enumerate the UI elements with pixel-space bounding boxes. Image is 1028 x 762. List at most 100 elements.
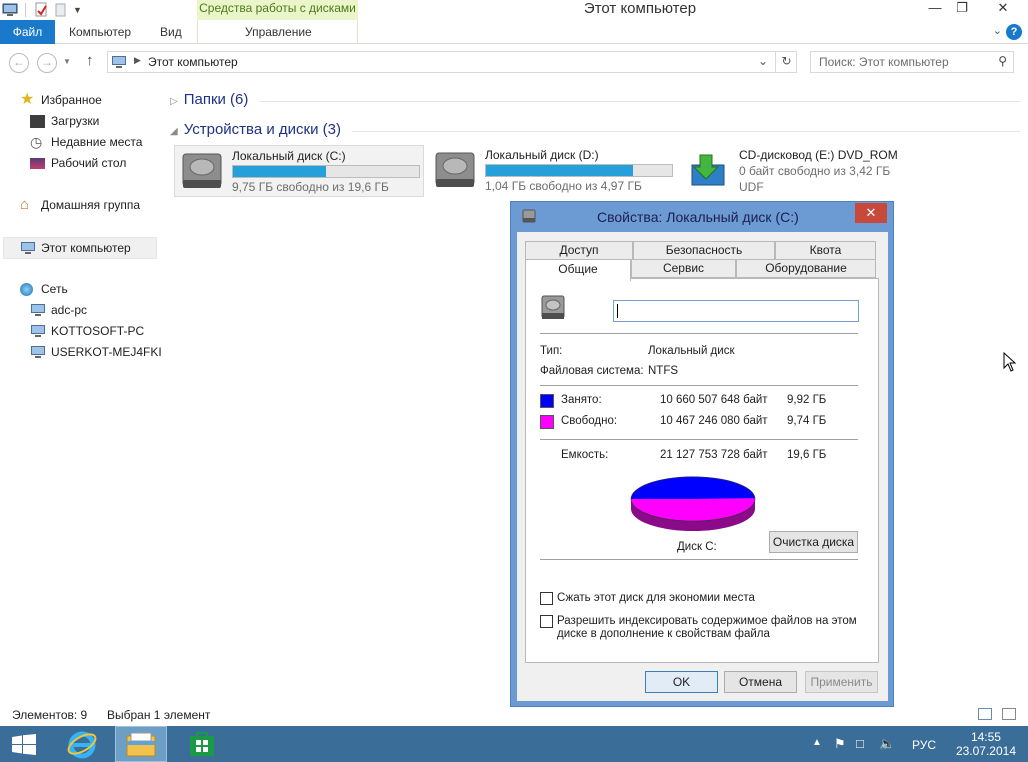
volume-label-input[interactable] bbox=[613, 300, 859, 322]
divider bbox=[540, 559, 858, 560]
disk-cleanup-button[interactable]: Очистка диска bbox=[769, 531, 858, 553]
dialog-close-button[interactable]: ✕ bbox=[855, 203, 887, 223]
details-view-icon[interactable] bbox=[978, 708, 992, 720]
dialog-title: Свойства: Локальный диск (C:) bbox=[597, 209, 799, 225]
drive-usage-fill bbox=[486, 165, 633, 176]
large-icons-view-icon[interactable] bbox=[1002, 708, 1016, 720]
tab-security[interactable]: Безопасность bbox=[633, 241, 775, 260]
search-input[interactable]: Поиск: Этот компьютер ⚲ bbox=[810, 51, 1014, 73]
volume-icon[interactable]: 🔈 bbox=[879, 736, 895, 752]
internet-explorer-button[interactable] bbox=[60, 726, 104, 762]
text-caret bbox=[617, 304, 618, 318]
recent-locations-icon[interactable]: ▼ bbox=[63, 57, 71, 66]
language-indicator[interactable]: РУС bbox=[912, 738, 936, 752]
tab-quota[interactable]: Квота bbox=[775, 241, 876, 260]
clock-time: 14:55 bbox=[970, 730, 1001, 744]
computer-icon bbox=[112, 56, 126, 68]
start-button[interactable] bbox=[8, 726, 44, 762]
tab-file[interactable]: Файл bbox=[0, 20, 55, 44]
apply-button[interactable]: Применить bbox=[805, 671, 878, 693]
dialog-body: Доступ Безопасность Квота Сервис Оборудо… bbox=[517, 232, 888, 701]
ok-button[interactable]: OK bbox=[645, 671, 718, 693]
disk-label: Диск C: bbox=[677, 541, 717, 553]
capacity-gb: 19,6 ГБ bbox=[787, 449, 827, 461]
navigation-bar: ← → ▼ ↑ ▶ Этот компьютер ⌄ ↻ Поиск: Этот… bbox=[0, 45, 1028, 79]
compress-checkbox[interactable] bbox=[540, 592, 553, 605]
tray-overflow-icon[interactable]: ▲ bbox=[812, 737, 822, 748]
hard-drive-icon bbox=[435, 152, 475, 187]
up-button[interactable]: ↑ bbox=[86, 52, 94, 69]
taskbar: ▲ ⚑ □ 🔈 РУС 14:55 23.07.2014 bbox=[0, 726, 1028, 762]
hard-drive-icon bbox=[522, 209, 536, 223]
divider bbox=[540, 385, 858, 386]
drive-item-c[interactable]: Локальный диск (C:) 9,75 ГБ свободно из … bbox=[174, 145, 424, 197]
breadcrumb[interactable]: Этот компьютер bbox=[148, 55, 238, 69]
index-checkbox[interactable] bbox=[540, 615, 553, 628]
used-bytes: 10 660 507 648 байт bbox=[660, 394, 768, 406]
collapse-icon: ◢ bbox=[170, 126, 178, 137]
address-bar[interactable]: ▶ Этот компьютер ⌄ ↻ bbox=[107, 51, 797, 73]
title-bar: ▼ Средства работы с дисками Этот компьют… bbox=[0, 0, 1028, 20]
network-status-icon[interactable]: □ bbox=[856, 736, 864, 751]
drive-item-d[interactable]: Локальный диск (D:) 1,04 ГБ свободно из … bbox=[428, 145, 678, 197]
internet-explorer-icon bbox=[67, 731, 97, 759]
tab-manage[interactable]: Управление bbox=[245, 20, 312, 44]
help-icon[interactable]: ? bbox=[1006, 24, 1022, 40]
tab-sharing[interactable]: Доступ bbox=[525, 241, 633, 260]
close-button[interactable]: ✕ bbox=[981, 0, 1025, 18]
forward-button[interactable]: → bbox=[37, 53, 57, 73]
network-icon bbox=[20, 283, 33, 296]
refresh-icon[interactable]: ↻ bbox=[775, 51, 797, 73]
back-button[interactable]: ← bbox=[9, 53, 29, 73]
computer-icon[interactable] bbox=[2, 2, 18, 18]
drive-usage-bar bbox=[232, 165, 420, 178]
downloads-icon bbox=[30, 115, 45, 128]
free-label: Свободно: bbox=[561, 415, 618, 427]
group-header-folders[interactable]: ▷ Папки (6) bbox=[170, 91, 248, 108]
disk-usage-pie-chart bbox=[630, 476, 756, 531]
clock[interactable]: 14:55 23.07.2014 bbox=[956, 730, 1016, 758]
expand-icon: ▷ bbox=[170, 96, 178, 107]
homegroup-icon: ⌂ bbox=[20, 196, 30, 213]
used-space-swatch bbox=[540, 394, 554, 408]
minimize-button[interactable]: — bbox=[921, 0, 949, 18]
new-folder-icon[interactable] bbox=[53, 2, 69, 18]
context-tab-group-label: Средства работы с дисками bbox=[197, 0, 358, 20]
quick-access-toolbar: ▼ bbox=[0, 0, 82, 20]
search-icon[interactable]: ⚲ bbox=[998, 54, 1007, 68]
action-center-flag-icon[interactable]: ⚑ bbox=[834, 736, 846, 752]
filesystem-value: NTFS bbox=[648, 365, 679, 377]
drive-item-e[interactable]: CD-дисковод (E:) DVD_ROM 0 байт свободно… bbox=[682, 145, 922, 197]
drive-usage-bar bbox=[485, 164, 673, 177]
tab-general[interactable]: Общие bbox=[525, 259, 631, 281]
divider bbox=[260, 101, 1020, 102]
group-header-devices[interactable]: ◢ Устройства и диски (3) bbox=[170, 121, 341, 138]
index-label-line1: Разрешить индексировать содержимое файло… bbox=[557, 615, 857, 627]
file-explorer-button[interactable] bbox=[115, 726, 167, 762]
computer-icon bbox=[31, 325, 45, 337]
breadcrumb-separator-icon[interactable]: ▶ bbox=[134, 55, 141, 66]
tab-tools[interactable]: Сервис bbox=[631, 259, 736, 278]
tab-computer[interactable]: Компьютер bbox=[69, 20, 131, 44]
status-bar: Элементов: 9 Выбран 1 элемент bbox=[0, 704, 1028, 726]
desktop-icon bbox=[30, 158, 45, 169]
ribbon-tabs: Файл Компьютер Вид Управление ⌄ ? bbox=[0, 20, 1028, 44]
properties-icon[interactable] bbox=[33, 2, 49, 18]
navigation-pane: ★ Избранное Загрузки ◷ Недавние места Ра… bbox=[0, 80, 162, 700]
filesystem-label: Файловая система: bbox=[540, 365, 644, 377]
divider bbox=[352, 131, 1020, 132]
restore-button[interactable]: ❐ bbox=[948, 0, 976, 18]
store-button[interactable] bbox=[180, 726, 224, 762]
tab-hardware[interactable]: Оборудование bbox=[736, 259, 876, 278]
address-dropdown-icon[interactable]: ⌄ bbox=[758, 54, 768, 68]
expand-ribbon-icon[interactable]: ⌄ bbox=[993, 24, 1002, 37]
store-icon bbox=[190, 732, 214, 756]
computer-icon bbox=[31, 346, 45, 358]
tab-view[interactable]: Вид bbox=[160, 20, 182, 44]
cd-drive-icon bbox=[691, 154, 725, 186]
hard-drive-icon bbox=[541, 295, 565, 319]
cancel-button[interactable]: Отмена bbox=[724, 671, 797, 693]
star-icon: ★ bbox=[20, 91, 35, 108]
customize-qat-icon[interactable]: ▼ bbox=[73, 5, 82, 15]
divider bbox=[540, 439, 858, 440]
